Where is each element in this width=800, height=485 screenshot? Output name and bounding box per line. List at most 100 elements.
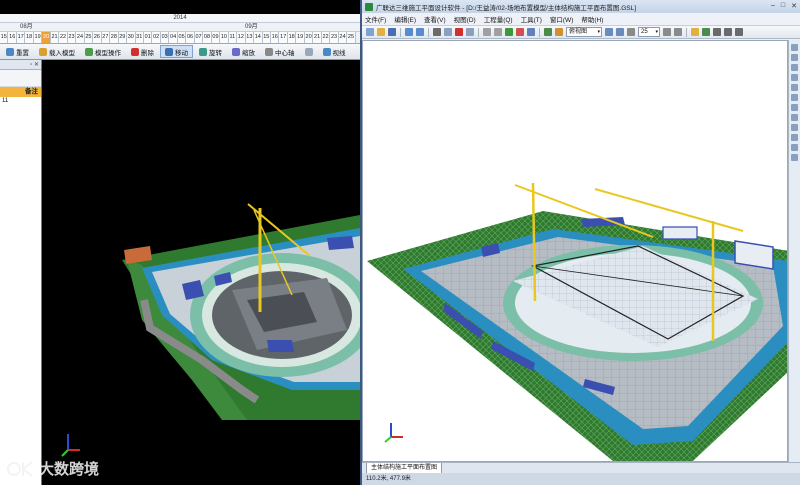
timeline-day[interactable]: 07: [194, 32, 204, 43]
menu-item[interactable]: 工程量(Q): [484, 14, 513, 24]
panel-pin-close-icon[interactable]: ▫ ✕: [30, 60, 39, 70]
timeline-day[interactable]: 19: [296, 32, 305, 43]
menu-item[interactable]: 查看(V): [424, 14, 446, 24]
timeline-day[interactable]: 04: [169, 32, 178, 43]
timeline-day[interactable]: 23: [67, 32, 77, 43]
texture-icon[interactable]: [544, 28, 552, 36]
side-tool-pointer-icon[interactable]: [791, 44, 798, 51]
menu-item[interactable]: 编辑(E): [394, 14, 416, 24]
timeline-day[interactable]: 01: [143, 32, 153, 43]
new-file-icon[interactable]: [366, 28, 374, 36]
panel-column-header-remark[interactable]: 备注: [0, 87, 41, 97]
timeline-day[interactable]: 06: [186, 32, 195, 43]
timeline-day[interactable]: 12: [237, 32, 246, 43]
orbit-icon[interactable]: [663, 28, 671, 36]
right-3d-viewport[interactable]: [362, 40, 788, 462]
camera-icon[interactable]: [713, 28, 721, 36]
record-icon[interactable]: [724, 28, 732, 36]
maximize-icon[interactable]: □: [781, 2, 785, 10]
material-icon[interactable]: [555, 28, 563, 36]
timeline-day[interactable]: 14: [254, 32, 263, 43]
side-tool-rect-icon[interactable]: [791, 64, 798, 71]
open-file-icon[interactable]: [377, 28, 385, 36]
timeline-day[interactable]: 30: [127, 32, 136, 43]
view-select[interactable]: 俯视图 ▾: [566, 27, 602, 37]
timeline-day[interactable]: 31: [135, 32, 144, 43]
timeline-day[interactable]: 16: [8, 32, 17, 43]
toolbar-delete-button[interactable]: 删除: [127, 45, 158, 58]
menu-item[interactable]: 窗口(W): [550, 14, 573, 24]
side-tool-line-icon[interactable]: [791, 54, 798, 61]
menu-item[interactable]: 视图(D): [454, 14, 476, 24]
timeline-day[interactable]: 02: [152, 32, 161, 43]
undo-icon[interactable]: [405, 28, 413, 36]
timeline-day[interactable]: 03: [160, 32, 170, 43]
toolbar-rotate-button[interactable]: 旋转: [195, 45, 226, 58]
side-tool-grid-icon[interactable]: [791, 144, 798, 151]
timeline-day[interactable]: 26: [93, 32, 102, 43]
toolbar-move-button[interactable]: 移动: [160, 45, 193, 58]
timeline-day[interactable]: 17: [16, 32, 26, 43]
panel-row[interactable]: 11: [0, 97, 41, 106]
timeline-day[interactable]: 21: [313, 32, 322, 43]
render-icon[interactable]: [702, 28, 710, 36]
timeline-day[interactable]: 18: [25, 32, 34, 43]
zoom-in-icon[interactable]: [605, 28, 613, 36]
wall-icon[interactable]: [483, 28, 491, 36]
toolbar-scale-button[interactable]: 缩放: [228, 45, 259, 58]
toolbar-view-button[interactable]: 视线: [319, 45, 350, 58]
side-tool-polygon-icon[interactable]: [791, 94, 798, 101]
side-tool-dimension-icon[interactable]: [791, 114, 798, 121]
timeline-day[interactable]: 05: [177, 32, 187, 43]
toolbar-center-axis-button[interactable]: 中心轴: [261, 45, 299, 58]
side-tool-circle-icon[interactable]: [791, 74, 798, 81]
delete-icon[interactable]: [455, 28, 463, 36]
timeline-day[interactable]: 11: [228, 32, 238, 43]
left-3d-viewport[interactable]: [42, 60, 360, 485]
column-icon[interactable]: [494, 28, 502, 36]
timeline-day[interactable]: 08: [203, 32, 212, 43]
timeline-day[interactable]: 22: [321, 32, 331, 43]
select-icon[interactable]: [466, 28, 474, 36]
side-tool-hatch-icon[interactable]: [791, 124, 798, 131]
timeline-day[interactable]: 23: [330, 32, 339, 43]
cut-icon[interactable]: [433, 28, 441, 36]
light-icon[interactable]: [691, 28, 699, 36]
timeline-day[interactable]: 20: [42, 32, 51, 43]
menu-item[interactable]: 帮助(H): [581, 14, 603, 24]
zoom-select[interactable]: 25 ▾: [638, 27, 660, 37]
export-icon[interactable]: [735, 28, 743, 36]
timeline-day[interactable]: 27: [101, 32, 111, 43]
zoom-out-icon[interactable]: [616, 28, 624, 36]
timeline-day[interactable]: 18: [287, 32, 297, 43]
timeline-day[interactable]: 15: [0, 32, 9, 43]
timeline-day[interactable]: 22: [59, 32, 68, 43]
walk-icon[interactable]: [674, 28, 682, 36]
save-icon[interactable]: [388, 28, 396, 36]
timeline-day[interactable]: 21: [50, 32, 60, 43]
side-tool-text-icon[interactable]: [791, 104, 798, 111]
minimize-icon[interactable]: –: [771, 2, 775, 10]
move-icon[interactable]: [527, 28, 535, 36]
timeline-day[interactable]: 25: [84, 32, 94, 43]
copy-icon[interactable]: [444, 28, 452, 36]
measure-icon[interactable]: [516, 28, 524, 36]
toolbar-load-model-button[interactable]: 载入模型: [35, 45, 79, 58]
timeline-day[interactable]: 19: [33, 32, 43, 43]
menu-item[interactable]: 文件(F): [365, 14, 386, 24]
redo-icon[interactable]: [416, 28, 424, 36]
timeline-day[interactable]: 24: [338, 32, 348, 43]
timeline-day[interactable]: 17: [279, 32, 288, 43]
toolbar-reset-button[interactable]: 重置: [2, 45, 33, 58]
toolbar-model-operate-button[interactable]: 模型操作: [81, 45, 125, 58]
toolbar-hide-button[interactable]: [301, 45, 317, 58]
pan-icon[interactable]: [627, 28, 635, 36]
side-tool-arc-icon[interactable]: [791, 84, 798, 91]
side-tool-snap-icon[interactable]: [791, 154, 798, 161]
timeline-day[interactable]: 16: [271, 32, 280, 43]
side-tool-block-icon[interactable]: [791, 134, 798, 141]
timeline-day[interactable]: 20: [304, 32, 314, 43]
menu-item[interactable]: 工具(T): [521, 14, 542, 24]
timeline-day[interactable]: 13: [245, 32, 255, 43]
timeline-day[interactable]: 24: [76, 32, 85, 43]
